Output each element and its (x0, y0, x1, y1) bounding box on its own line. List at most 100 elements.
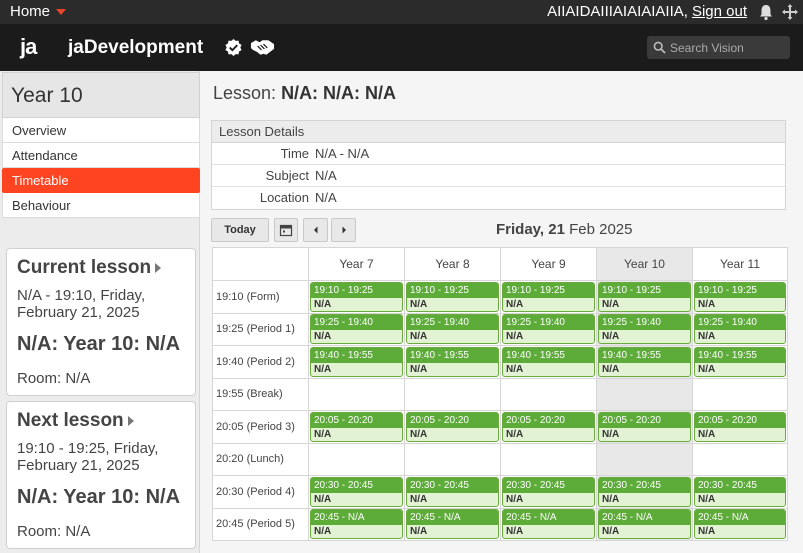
timetable-cell: 19:40 - 19:55 N/A (692, 345, 788, 379)
lesson-block[interactable]: 20:30 - 20:45 N/A (502, 476, 595, 507)
details-row-time: Time N/A - N/A (212, 143, 785, 165)
lesson-block[interactable]: 20:45 - N/A N/A (598, 509, 691, 540)
search-box[interactable] (647, 36, 790, 59)
lesson-time: 20:05 - 20:20 (407, 412, 498, 428)
search-icon (653, 41, 666, 54)
sign-out-link[interactable]: Sign out (692, 3, 747, 20)
next-day-button[interactable] (331, 218, 356, 242)
next-lesson-heading-text: Next lesson (17, 410, 124, 431)
lesson-block[interactable]: 19:40 - 19:55 N/A (598, 346, 691, 377)
lesson-time: 20:05 - 20:20 (695, 412, 785, 428)
sidebar-item-behaviour[interactable]: Behaviour (2, 193, 200, 218)
lesson-block[interactable]: 20:05 - 20:20 N/A (598, 411, 691, 442)
lesson-block[interactable]: 19:40 - 19:55 N/A (406, 346, 499, 377)
lesson-block[interactable]: 19:25 - 19:40 N/A (598, 314, 691, 345)
lesson-block[interactable]: 20:05 - 20:20 N/A (406, 411, 499, 442)
lesson-block[interactable]: 20:05 - 20:20 N/A (694, 411, 786, 442)
next-lesson-time: 19:10 - 19:25, Friday, February 21, 2025 (17, 440, 159, 474)
previous-day-button[interactable] (303, 218, 328, 242)
triangle-right-icon (155, 262, 162, 273)
current-lesson-name: N/A: Year 10: N/A (17, 333, 181, 355)
timetable-cell: 19:25 - 19:40 N/A (500, 312, 597, 346)
current-date-rest: Feb 2025 (569, 221, 633, 238)
lesson-block[interactable]: 20:45 - N/A N/A (694, 509, 786, 540)
lesson-title: N/A (410, 331, 428, 343)
lesson-block[interactable]: 20:30 - 20:45 N/A (310, 476, 403, 507)
lesson-block[interactable]: 20:45 - N/A N/A (310, 509, 403, 540)
timetable-cell: 19:25 - 19:40 N/A (692, 312, 788, 346)
sidebar-item-overview[interactable]: Overview (2, 118, 200, 143)
sidebar-title: Year 10 (2, 72, 200, 118)
lesson-time: 19:25 - 19:40 (407, 315, 498, 331)
today-button[interactable]: Today (211, 218, 269, 242)
lesson-title: N/A (410, 363, 428, 375)
lesson-block[interactable]: 20:05 - 20:20 N/A (502, 411, 595, 442)
user-name: AIIAIDAIIIAIAIAIAIIA, (547, 3, 688, 20)
lesson-block[interactable]: 20:45 - N/A N/A (406, 509, 499, 540)
lesson-block[interactable]: 19:40 - 19:55 N/A (502, 346, 595, 377)
lesson-time: 20:45 - N/A (503, 510, 594, 526)
timetable-cell (500, 377, 597, 411)
lesson-block[interactable]: 19:25 - 19:40 N/A (694, 314, 786, 345)
app-name[interactable]: jaDevelopment (68, 37, 203, 59)
move-icon[interactable] (781, 3, 799, 21)
next-lesson-room: Room: N/A (17, 523, 91, 540)
sidebar: Year 10 Overview Attendance Timetable Be… (0, 71, 200, 553)
lesson-block[interactable]: 20:30 - 20:45 N/A (598, 476, 691, 507)
timetable-cell: 19:10 - 19:25 N/A (692, 280, 788, 314)
lesson-title: N/A (314, 428, 332, 440)
lesson-title: N/A (506, 298, 524, 310)
timetable-cell: 20:05 - 20:20 N/A (404, 410, 501, 444)
lesson-block[interactable]: 20:30 - 20:45 N/A (406, 476, 499, 507)
lesson-time: 20:05 - 20:20 (599, 412, 690, 428)
lesson-time: 20:45 - N/A (311, 510, 402, 526)
timetable-row: 20:05 (Period 3) 20:05 - 20:20 N/A 20:05 - … (212, 410, 788, 444)
timetable-row: 19:10 (Form) 19:10 - 19:25 N/A 19:10 - 19:2… (212, 280, 788, 314)
current-lesson-time: N/A - 19:10, Friday, February 21, 2025 (17, 287, 146, 321)
home-menu[interactable]: Home (10, 3, 67, 20)
lesson-block[interactable]: 20:45 - N/A N/A (502, 509, 595, 540)
app-logo[interactable]: ja (20, 34, 37, 60)
lesson-title: N/A (698, 493, 716, 505)
lesson-block[interactable]: 20:30 - 20:45 N/A (694, 476, 786, 507)
lesson-title: N/A (506, 428, 524, 440)
next-lesson-heading[interactable]: Next lesson (17, 410, 185, 432)
lesson-block[interactable]: 19:25 - 19:40 N/A (406, 314, 499, 345)
lesson-block[interactable]: 19:40 - 19:55 N/A (310, 346, 403, 377)
top-bar: Home AIIAIDAIIIAIAIAIAIIA, Sign out (0, 0, 803, 24)
lesson-block[interactable]: 19:40 - 19:55 N/A (694, 346, 786, 377)
search-input[interactable] (670, 38, 785, 57)
sidebar-item-attendance[interactable]: Attendance (2, 143, 200, 168)
lesson-time: 19:10 - 19:25 (311, 282, 402, 298)
calendar-button[interactable] (274, 218, 298, 242)
current-lesson-room: Room: N/A (17, 370, 91, 387)
lesson-block[interactable]: 19:25 - 19:40 N/A (502, 314, 595, 345)
lesson-time: 20:45 - N/A (695, 510, 785, 526)
details-value: N/A (315, 168, 337, 183)
sidebar-item-timetable[interactable]: Timetable (2, 168, 200, 193)
home-label: Home (10, 3, 51, 20)
lesson-title: N/A (602, 331, 620, 343)
bell-icon[interactable] (757, 3, 775, 21)
lesson-block[interactable]: 19:10 - 19:25 N/A (406, 281, 499, 312)
timetable-cell: 19:40 - 19:55 N/A (404, 345, 501, 379)
lesson-title: N/A (698, 428, 716, 440)
period-label: 19:40 (Period 2) (212, 345, 309, 379)
lesson-time: 20:05 - 20:20 (311, 412, 402, 428)
timetable-cell: 20:05 - 20:20 N/A (692, 410, 788, 444)
column-header: Year 9 (500, 247, 597, 281)
lesson-title: N/A (698, 298, 716, 310)
lesson-block[interactable]: 19:25 - 19:40 N/A (310, 314, 403, 345)
details-value: N/A - N/A (315, 146, 370, 161)
timetable-cell (500, 442, 597, 476)
lesson-block[interactable]: 19:10 - 19:25 N/A (502, 281, 595, 312)
lesson-block[interactable]: 19:10 - 19:25 N/A (694, 281, 786, 312)
current-lesson-heading[interactable]: Current lesson (17, 257, 185, 279)
period-label: 20:30 (Period 4) (212, 475, 309, 509)
lesson-block[interactable]: 19:10 - 19:25 N/A (310, 281, 403, 312)
period-label: 20:05 (Period 3) (212, 410, 309, 444)
lesson-time: 19:40 - 19:55 (599, 347, 690, 363)
timetable-cell: 19:10 - 19:25 N/A (404, 280, 501, 314)
lesson-block[interactable]: 20:05 - 20:20 N/A (310, 411, 403, 442)
lesson-block[interactable]: 19:10 - 19:25 N/A (598, 281, 691, 312)
